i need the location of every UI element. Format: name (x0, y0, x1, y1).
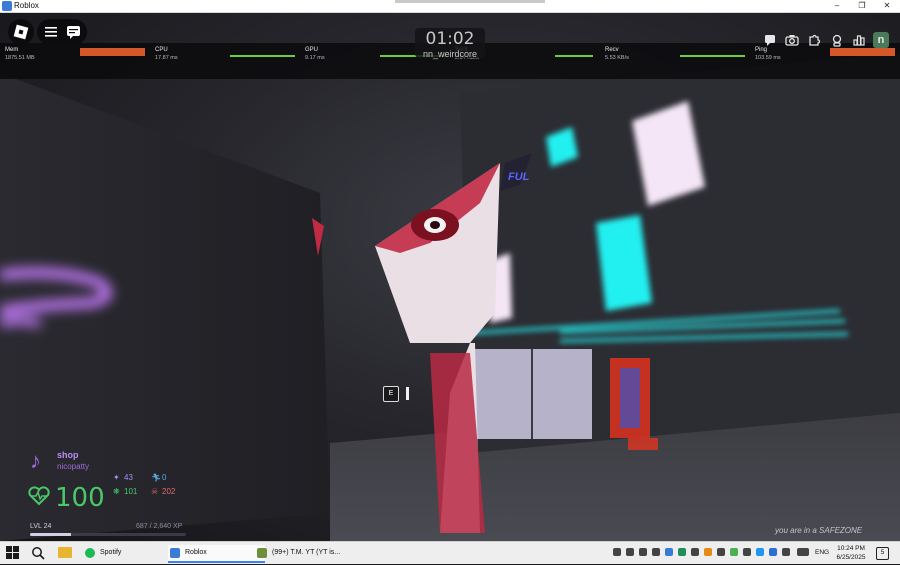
clock-date: 6/25/2025 (836, 554, 866, 561)
stat-recv-bar (680, 55, 745, 57)
tray-icon[interactable] (743, 548, 751, 556)
brain-icon: ❋ (113, 487, 120, 496)
xp-progress-track (30, 533, 186, 536)
volume-icon[interactable] (652, 548, 660, 556)
clock-time: 10:24 PM (837, 545, 865, 552)
controller-icon[interactable] (691, 548, 699, 556)
avatar-icon[interactable] (829, 32, 845, 48)
keyboard-icon[interactable] (797, 548, 809, 556)
game-viewport[interactable]: FUL Mem 1875.51 MB CPU 17.87 ms GPU 9.17 ms… (0, 13, 900, 541)
taskbar-clock[interactable]: 10:24 PM 6/25/2025 (833, 544, 869, 562)
title-bar-drag-area[interactable] (395, 0, 545, 3)
window-title-bar: Roblox – ❐ ✕ (0, 0, 900, 13)
browser-icon (257, 548, 267, 558)
taskbar-app-roblox[interactable]: Roblox (168, 545, 265, 563)
stat-sent-bar (555, 55, 593, 57)
stat-mem-bar (80, 48, 145, 56)
minimize-button[interactable]: – (826, 0, 848, 12)
stat-gpu: GPU 9.17 ms (305, 47, 325, 61)
stat-runner-value: 0 (162, 473, 167, 482)
taskbar-app-browser[interactable]: (99+) T.M. YT (YT is... (255, 545, 357, 561)
search-icon[interactable] (31, 546, 45, 565)
notification-center-icon[interactable]: 5 (876, 547, 889, 560)
tray-icon[interactable] (678, 548, 686, 556)
window-title: Roblox (14, 1, 39, 10)
server-name: nn_weirdcore (422, 49, 478, 59)
windows-taskbar: Spotify Roblox (99+) T.M. YT (YT is... E… (0, 541, 900, 564)
roblox-icon (170, 548, 180, 558)
pen-icon[interactable] (782, 548, 790, 556)
tray-icon[interactable] (613, 548, 621, 556)
roblox-logo-icon (13, 24, 29, 40)
round-timer: 01:02 nn_weirdcore (415, 28, 485, 59)
stat-recv: Recv 5.53 KB/s (605, 47, 629, 61)
sparkle-icon: ✦ (113, 473, 120, 482)
tray-icon[interactable] (665, 548, 673, 556)
hamburger-icon (45, 27, 57, 37)
language-indicator[interactable]: ENG (815, 549, 829, 556)
tray-icon[interactable] (704, 548, 712, 556)
scene-sign-text: FUL (508, 171, 530, 183)
health-value: 100 (55, 483, 105, 513)
safezone-message: you are in a SAFEZONE (775, 526, 863, 535)
microphone-icon[interactable] (626, 548, 634, 556)
roblox-app-icon (2, 1, 12, 11)
stat-brain-value: 101 (124, 487, 138, 496)
tray-icon[interactable] (730, 548, 738, 556)
stat-skull-value: 202 (162, 487, 176, 496)
music-title: shop (57, 450, 79, 460)
xp-label: 687 / 2,640 XP (136, 523, 183, 530)
tray-icon[interactable] (639, 548, 647, 556)
chat-bubble-icon[interactable] (762, 32, 778, 48)
file-explorer-icon[interactable] (58, 547, 72, 558)
heart-icon (28, 486, 50, 512)
level-label: LVL 24 (30, 523, 52, 530)
profile-avatar-button[interactable]: n (873, 32, 889, 48)
chat-icon (67, 26, 80, 39)
tray-icon[interactable] (717, 548, 725, 556)
stat-sparkle-value: 43 (124, 473, 133, 482)
spotify-icon (85, 548, 95, 558)
music-artist: nicopatty (57, 462, 90, 471)
camera-icon[interactable] (784, 32, 800, 48)
restore-button[interactable]: ❐ (851, 0, 873, 12)
music-note-icon: ♪ (30, 448, 41, 473)
puzzle-icon[interactable] (806, 32, 822, 48)
skull-icon: ☠ (151, 487, 159, 496)
stat-ping-bar (830, 48, 895, 56)
close-button[interactable]: ✕ (876, 0, 898, 12)
runner-icon: 🏃︎ (151, 473, 162, 482)
scene-graphics: FUL (0, 53, 900, 541)
steam-icon[interactable] (756, 548, 764, 556)
stat-cpu: CPU 17.87 ms (155, 47, 178, 61)
xp-progress-fill (30, 533, 71, 536)
windows-start-icon[interactable] (6, 546, 19, 564)
roblox-menu-button[interactable] (8, 19, 34, 45)
interact-progress-bar (406, 387, 409, 400)
stat-cpu-bar (230, 55, 295, 57)
bluetooth-icon[interactable] (769, 548, 777, 556)
timer-text: 01:02 (425, 29, 475, 49)
chat-menu-group (37, 19, 87, 45)
leaderboard-icon[interactable] (851, 32, 867, 48)
taskbar-app-spotify[interactable]: Spotify (83, 545, 180, 561)
interact-key-prompt[interactable]: E (383, 386, 399, 402)
